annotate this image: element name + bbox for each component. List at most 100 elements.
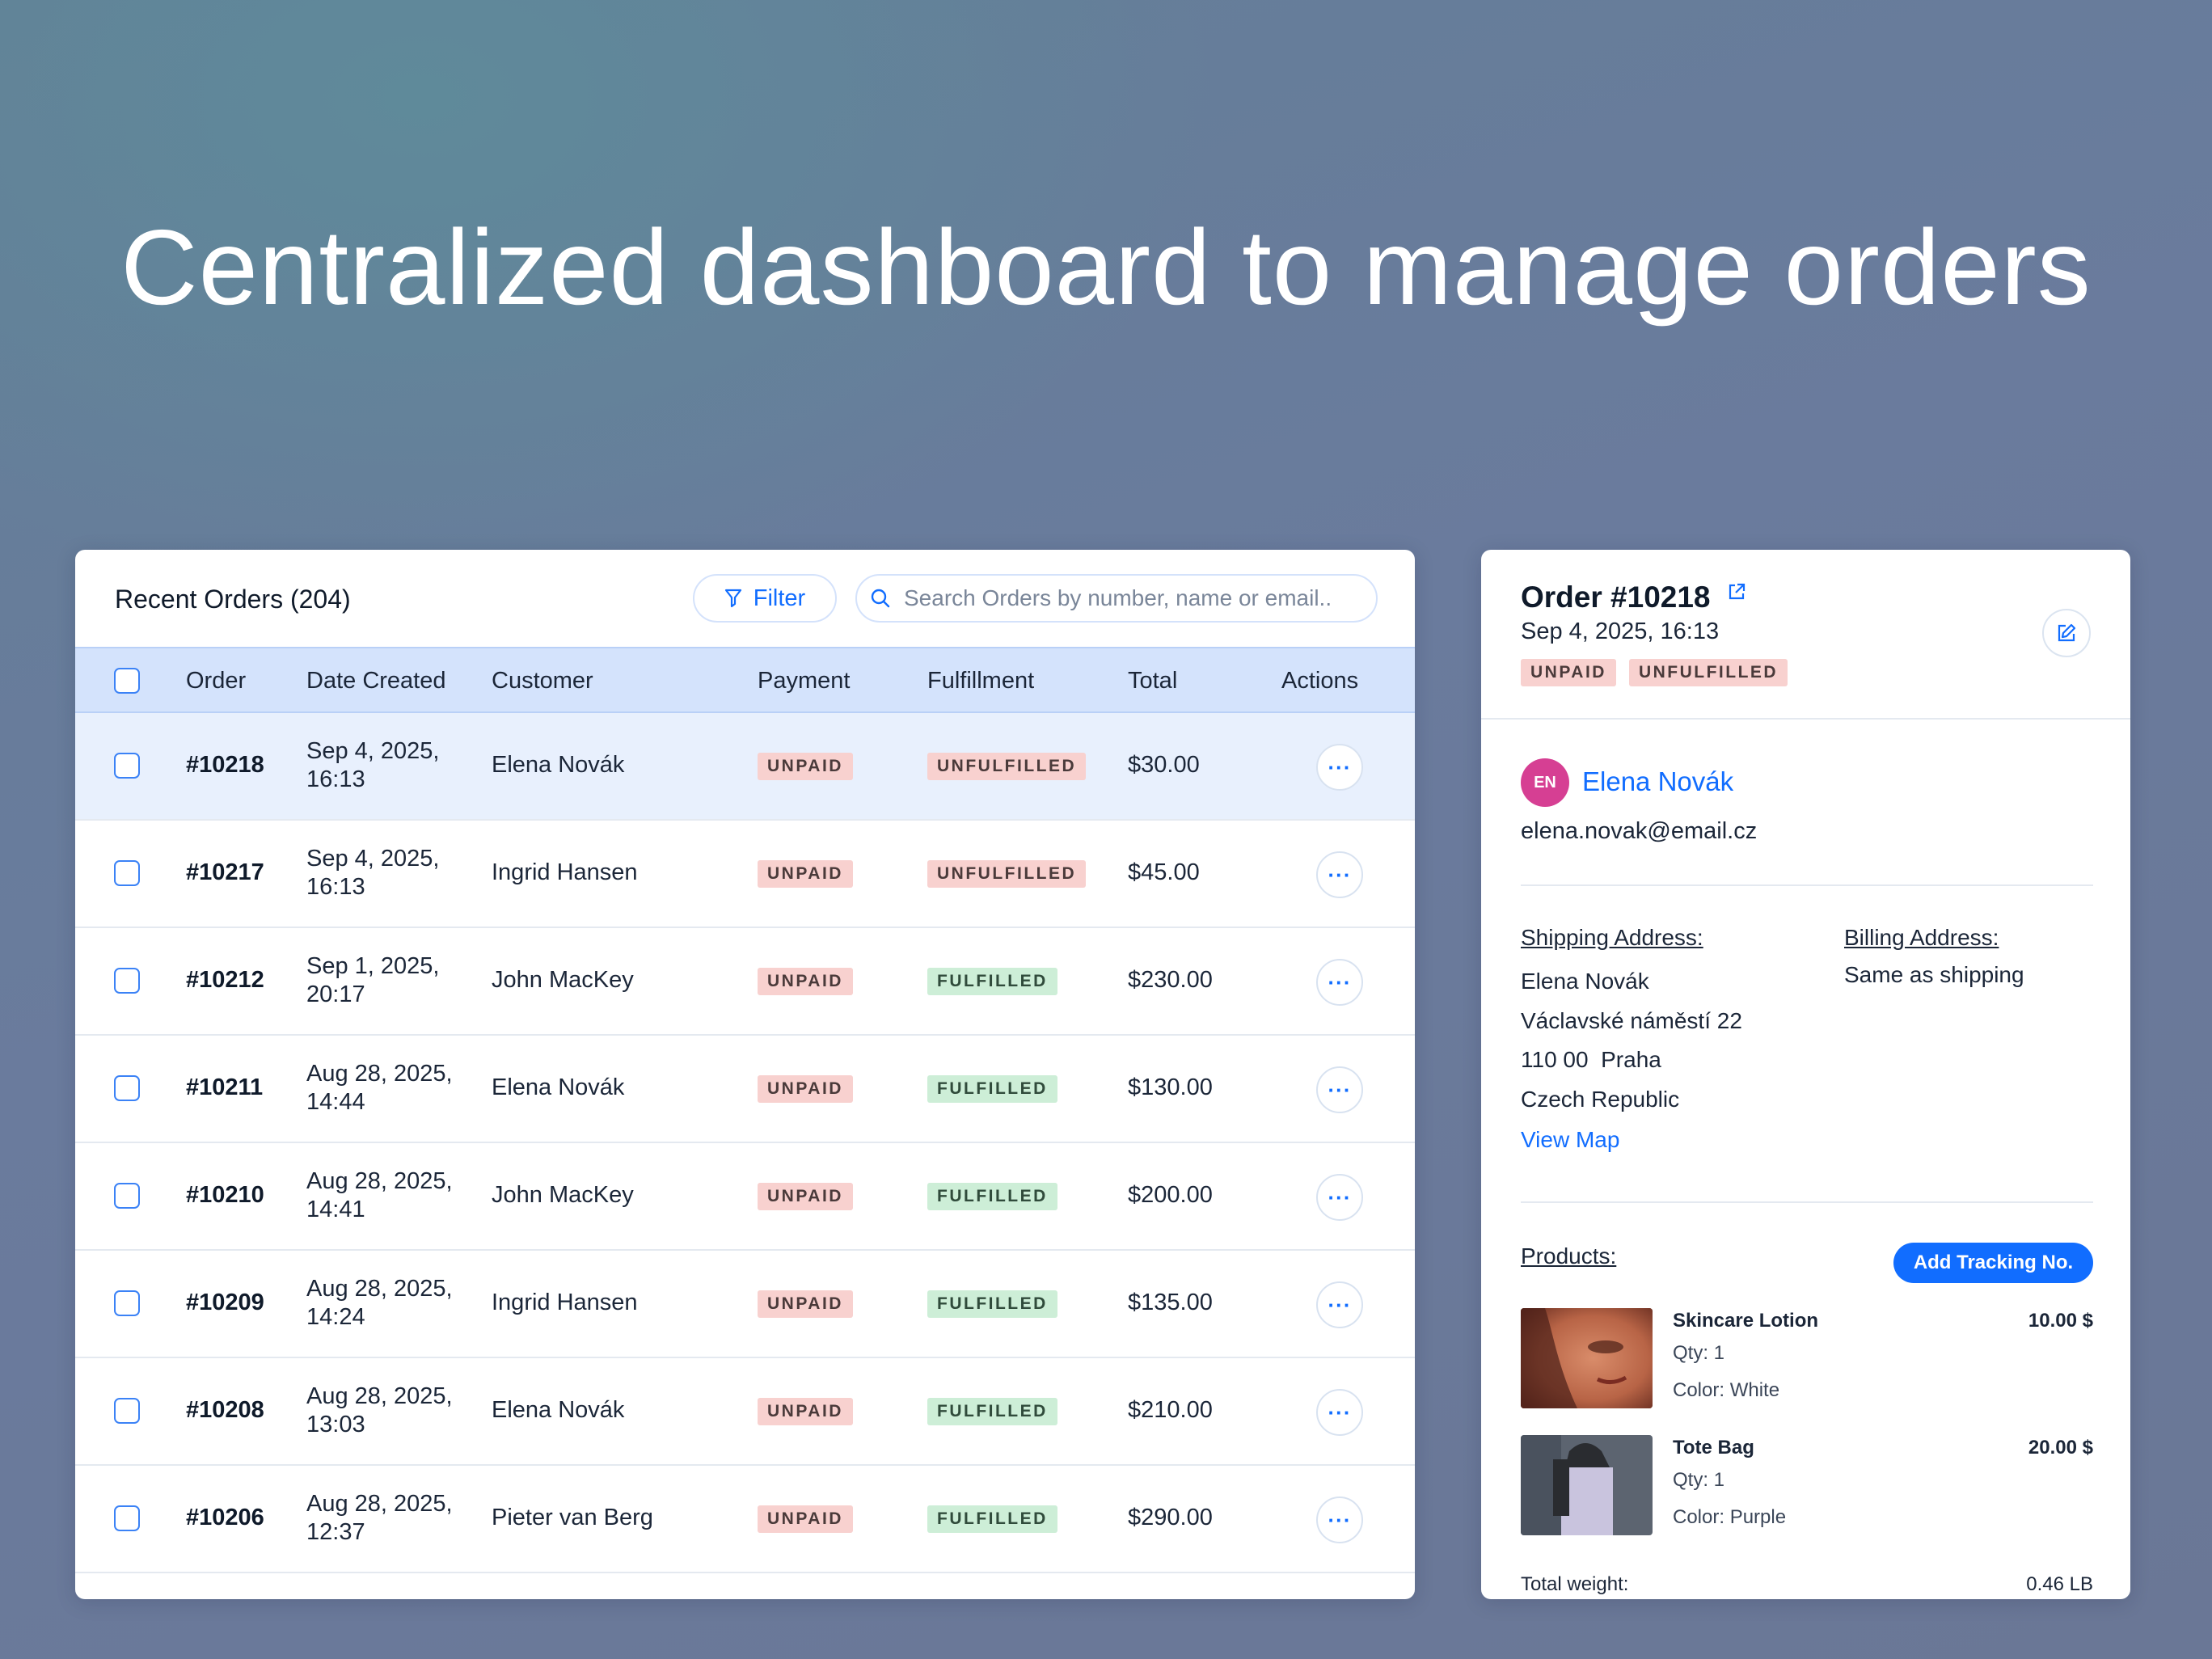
payment-badge: UNPAID <box>758 753 853 780</box>
product-image <box>1521 1308 1653 1408</box>
order-detail-badges: UNPAID UNFULFILLED <box>1521 659 1788 686</box>
order-detail-header: Order #10218 Sep 4, 2025, 16:13 UNPAID U… <box>1481 550 2130 720</box>
orders-table-body: #10218 Sep 4, 2025, 16:13 Elena Novák UNP… <box>75 713 1415 1573</box>
product-item: Tote Bag Qty: 1 Color: Purple 20.00 $ <box>1521 1435 2093 1535</box>
order-number: #10217 <box>186 859 264 885</box>
order-number: #10208 <box>186 1397 264 1423</box>
table-row[interactable]: #10208 Aug 28, 2025, 13:03 Elena Novák UN… <box>75 1358 1415 1466</box>
column-date-created[interactable]: Date Created <box>306 668 446 694</box>
search-icon <box>871 589 890 608</box>
orders-title: Recent Orders (204) <box>115 585 351 614</box>
product-price: 20.00 $ <box>2028 1437 2093 1458</box>
table-row[interactable]: #10217 Sep 4, 2025, 16:13 Ingrid Hansen U… <box>75 821 1415 928</box>
more-actions-button[interactable]: ··· <box>1316 959 1363 1006</box>
order-total: $45.00 <box>1128 859 1200 885</box>
billing-address: Same as shipping <box>1844 962 2024 987</box>
order-total: $135.00 <box>1128 1290 1213 1315</box>
more-icon: ··· <box>1328 970 1352 994</box>
order-number: #10218 <box>186 752 264 778</box>
more-actions-button[interactable]: ··· <box>1316 1389 1363 1436</box>
edit-icon <box>2058 623 2076 642</box>
more-icon: ··· <box>1328 1293 1352 1317</box>
table-row[interactable]: #10210 Aug 28, 2025, 14:41 John MacKey UN… <box>75 1143 1415 1251</box>
more-actions-button[interactable]: ··· <box>1316 1066 1363 1113</box>
table-row[interactable]: #10209 Aug 28, 2025, 14:24 Ingrid Hansen … <box>75 1251 1415 1358</box>
date-created: Aug 28, 2025, 13:03 <box>306 1383 453 1437</box>
payment-badge: UNPAID <box>758 1183 853 1210</box>
more-actions-button[interactable]: ··· <box>1316 1281 1363 1328</box>
customer-name: John MacKey <box>492 1182 634 1208</box>
view-map-link[interactable]: View Map <box>1521 1127 1619 1153</box>
fulfillment-badge: UNFULFILLED <box>927 753 1087 780</box>
row-checkbox[interactable] <box>114 1290 140 1316</box>
column-order[interactable]: Order <box>186 668 246 694</box>
customer-email: elena.novak@email.cz <box>1521 818 1758 844</box>
shipping-address: Elena Novák Václavské náměstí 22 110 00 Pr… <box>1521 969 1742 1112</box>
order-total: $230.00 <box>1128 967 1213 993</box>
more-icon: ··· <box>1328 1078 1352 1102</box>
column-fulfillment[interactable]: Fulfillment <box>927 668 1034 694</box>
row-checkbox[interactable] <box>114 1398 140 1424</box>
row-checkbox[interactable] <box>114 860 140 886</box>
column-payment[interactable]: Payment <box>758 668 850 694</box>
row-checkbox[interactable] <box>114 1183 140 1209</box>
avatar: EN <box>1521 758 1569 807</box>
row-checkbox[interactable] <box>114 753 140 779</box>
order-detail-title: Order #10218 <box>1521 580 1711 614</box>
edit-order-button[interactable] <box>2042 609 2091 657</box>
payment-badge: UNPAID <box>758 968 853 995</box>
product-qty: Qty: 1 <box>1673 1469 1725 1491</box>
row-checkbox[interactable] <box>114 1505 140 1531</box>
fulfillment-badge: FULFILLED <box>927 968 1057 995</box>
more-actions-button[interactable]: ··· <box>1316 744 1363 791</box>
table-header: Order Date Created Customer Payment Fulf… <box>75 647 1415 713</box>
column-total[interactable]: Total <box>1128 668 1177 694</box>
date-created: Aug 28, 2025, 14:41 <box>306 1168 453 1222</box>
customer-name: Ingrid Hansen <box>492 859 638 885</box>
table-row[interactable]: #10218 Sep 4, 2025, 16:13 Elena Novák UNP… <box>75 713 1415 821</box>
orders-header: Recent Orders (204) Filter <box>75 550 1415 647</box>
product-image <box>1521 1435 1653 1535</box>
payment-badge: UNPAID <box>1521 659 1616 686</box>
product-price: 10.00 $ <box>2028 1310 2093 1332</box>
customer-name-link[interactable]: Elena Novák <box>1582 766 1733 797</box>
more-icon: ··· <box>1328 755 1352 779</box>
filter-button[interactable]: Filter <box>693 574 837 623</box>
date-created: Aug 28, 2025, 14:24 <box>306 1276 453 1330</box>
fulfillment-badge: UNFULFILLED <box>927 860 1087 888</box>
product-name: Skincare Lotion <box>1673 1310 1819 1332</box>
fulfillment-badge: FULFILLED <box>927 1183 1057 1210</box>
orders-panel: Recent Orders (204) Filter Order Date Cr… <box>75 550 1415 1599</box>
add-tracking-button[interactable]: Add Tracking No. <box>1893 1243 2093 1283</box>
table-row[interactable]: #10211 Aug 28, 2025, 14:44 Elena Novák UN… <box>75 1036 1415 1143</box>
fulfillment-badge: UNFULFILLED <box>1628 659 1788 686</box>
divider <box>1521 884 2093 886</box>
column-customer[interactable]: Customer <box>492 668 593 694</box>
order-detail-panel: Order #10218 Sep 4, 2025, 16:13 UNPAID U… <box>1481 550 2130 1599</box>
billing-address-label: Billing Address: <box>1844 925 1999 950</box>
search-field[interactable] <box>855 574 1378 623</box>
fulfillment-badge: FULFILLED <box>927 1398 1057 1425</box>
row-checkbox[interactable] <box>114 968 140 994</box>
more-actions-button[interactable]: ··· <box>1316 1174 1363 1221</box>
more-icon: ··· <box>1328 863 1352 887</box>
table-row[interactable]: #10212 Sep 1, 2025, 20:17 John MacKey UNP… <box>75 928 1415 1036</box>
search-input[interactable] <box>904 585 1357 611</box>
table-row[interactable]: #10206 Aug 28, 2025, 12:37 Pieter van Ber… <box>75 1466 1415 1573</box>
payment-badge: UNPAID <box>758 1290 853 1318</box>
date-created: Aug 28, 2025, 12:37 <box>306 1491 453 1545</box>
more-icon: ··· <box>1328 1185 1352 1209</box>
order-number: #10212 <box>186 967 264 993</box>
external-link-icon[interactable] <box>1727 582 1746 602</box>
more-actions-button[interactable]: ··· <box>1316 851 1363 898</box>
products-label: Products: <box>1521 1243 1617 1269</box>
customer-name: John MacKey <box>492 967 634 993</box>
row-checkbox[interactable] <box>114 1075 140 1101</box>
fulfillment-badge: FULFILLED <box>927 1505 1057 1533</box>
select-all-checkbox[interactable] <box>114 668 140 694</box>
column-actions: Actions <box>1281 668 1359 694</box>
more-actions-button[interactable]: ··· <box>1316 1496 1363 1543</box>
payment-badge: UNPAID <box>758 860 853 888</box>
customer-name: Elena Novák <box>492 1397 625 1423</box>
order-total: $130.00 <box>1128 1074 1213 1100</box>
